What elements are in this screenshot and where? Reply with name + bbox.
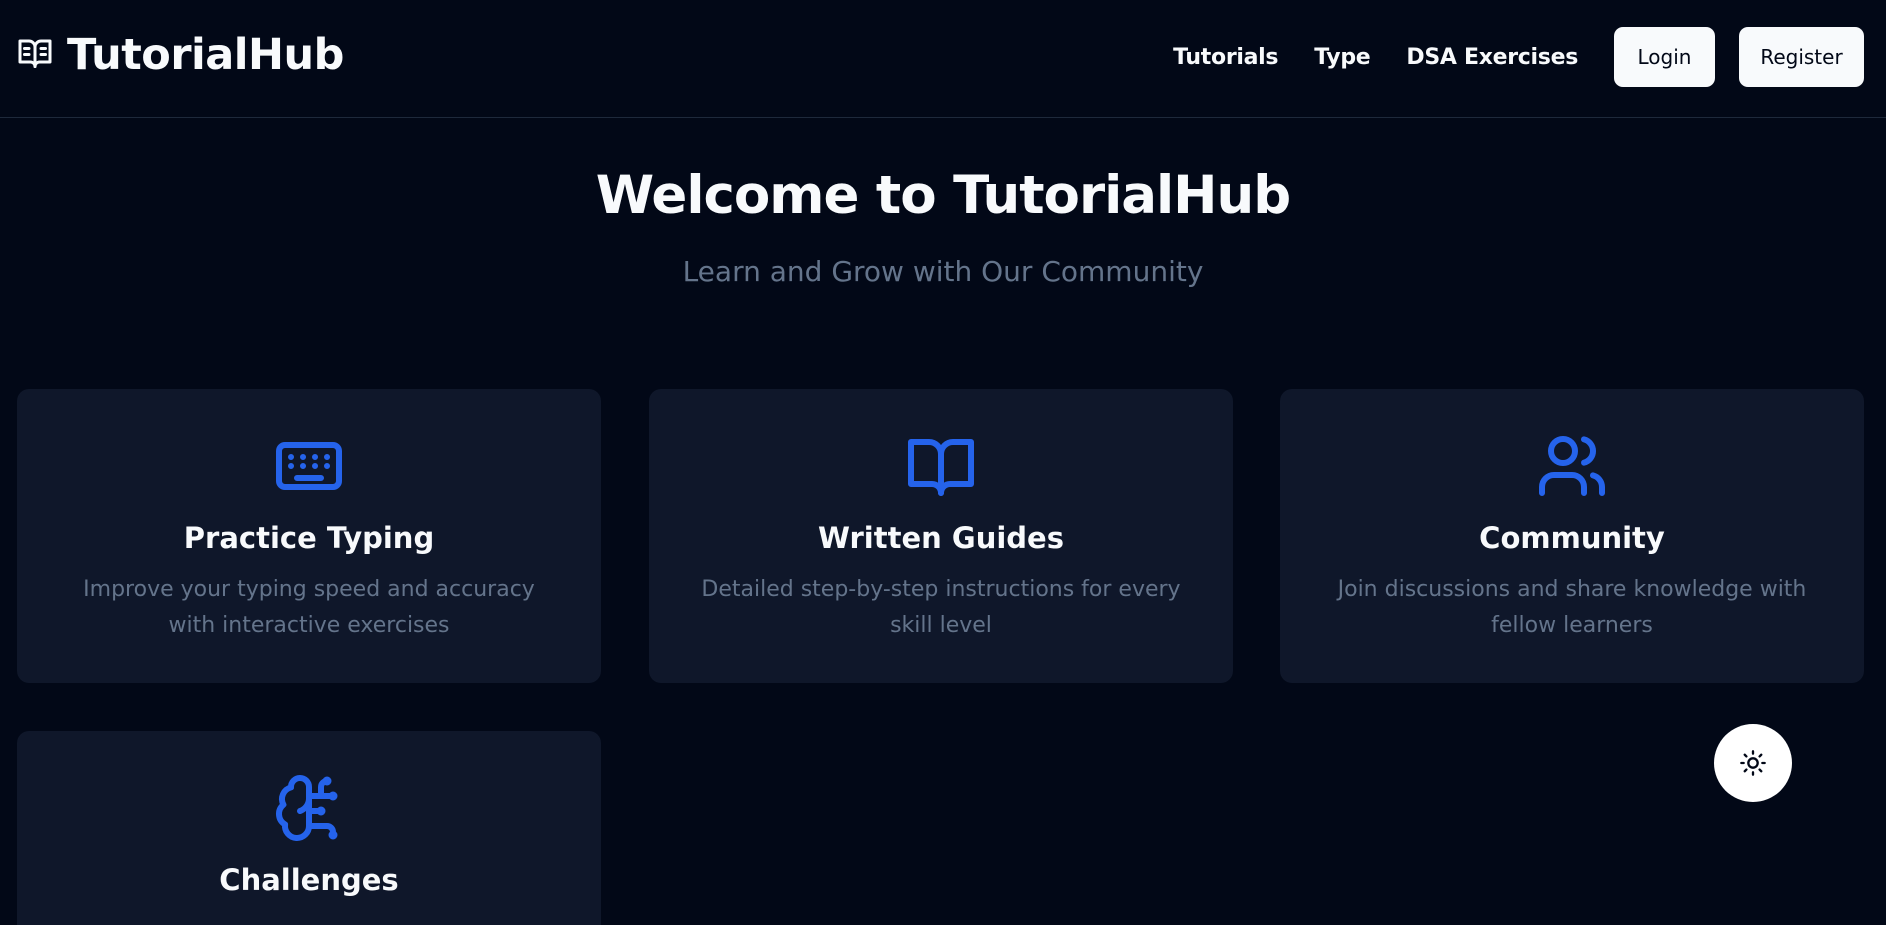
feature-title: Written Guides (818, 521, 1064, 555)
book-open-icon (17, 35, 53, 75)
users-icon (1280, 430, 1864, 502)
sun-icon (1739, 749, 1767, 777)
theme-toggle-button[interactable] (1714, 724, 1792, 802)
keyboard-icon (17, 430, 601, 502)
nav-links: Tutorials Type DSA Exercises Login Regis… (1173, 27, 1864, 87)
book-open-icon (649, 430, 1233, 502)
login-button[interactable]: Login (1614, 27, 1715, 87)
hero-title: Welcome to TutorialHub (595, 165, 1291, 226)
hero-subtitle: Learn and Grow with Our Community (682, 255, 1204, 288)
nav-link-type[interactable]: Type (1314, 45, 1371, 70)
nav-link-dsa-exercises[interactable]: DSA Exercises (1406, 45, 1578, 70)
nav-link-tutorials[interactable]: Tutorials (1173, 45, 1278, 70)
feature-title: Community (1479, 521, 1665, 555)
feature-description: Detailed step-by-step instructions for e… (701, 577, 1181, 638)
brain-circuit-icon (17, 772, 601, 844)
feature-title: Challenges (219, 863, 399, 897)
brand-logo[interactable]: TutorialHub (17, 30, 344, 80)
feature-card-practice-typing[interactable]: Practice Typing Improve your typing spee… (17, 389, 601, 683)
feature-card-community[interactable]: Community Join discussions and share kno… (1280, 389, 1864, 683)
feature-title: Practice Typing (183, 521, 435, 555)
navbar: TutorialHub Tutorials Type DSA Exercises… (0, 0, 1886, 118)
feature-card-challenges[interactable]: Challenges (17, 731, 601, 925)
feature-description: Join discussions and share knowledge wit… (1337, 577, 1807, 638)
feature-description: Improve your typing speed and accuracy w… (83, 577, 535, 638)
register-button[interactable]: Register (1739, 27, 1864, 87)
feature-card-written-guides[interactable]: Written Guides Detailed step-by-step ins… (649, 389, 1233, 683)
brand-name: TutorialHub (67, 30, 344, 80)
